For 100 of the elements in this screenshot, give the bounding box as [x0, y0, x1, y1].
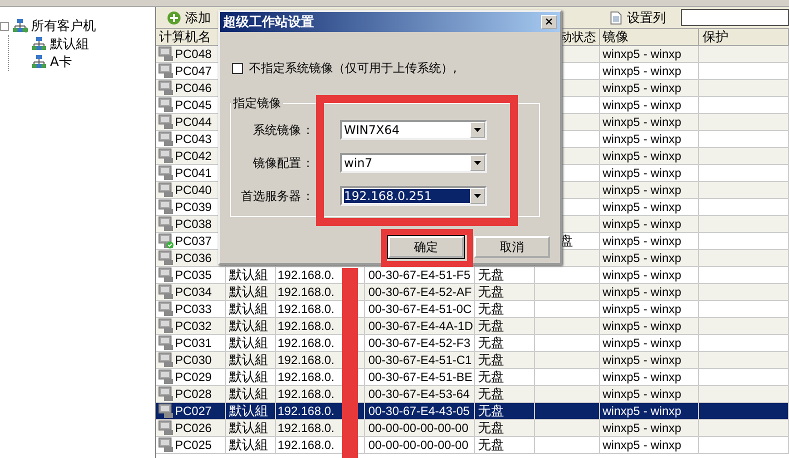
table-cell: winxp5 - winxp — [602, 284, 682, 300]
table-cell: 无盘 — [478, 352, 504, 368]
table-cell: 192.168.0. — [278, 284, 334, 300]
tree-expander[interactable] — [0, 22, 9, 30]
table-cell: winxp5 - winxp — [602, 403, 682, 419]
table-cell: 默认組 — [228, 386, 268, 402]
table-cell: 192.168.0. — [278, 420, 334, 436]
table-cell: PC041 — [175, 165, 212, 181]
toolbar-button[interactable]: 添加 — [164, 8, 214, 28]
table-cell: 192.168.0. — [278, 318, 334, 334]
table-cell: PC040 — [175, 182, 212, 198]
table-cell: winxp5 - winxp — [602, 335, 682, 351]
table-cell: PC043 — [175, 131, 212, 147]
table-cell: 00-30-67-E4-51-0C — [368, 301, 472, 317]
table-cell: 默认組 — [228, 420, 268, 436]
table-cell: 默认組 — [228, 403, 268, 419]
table-cell: 默认組 — [228, 369, 268, 385]
table-cell: winxp5 - winxp — [602, 80, 682, 96]
table-cell: winxp5 - winxp — [602, 46, 682, 62]
table-cell: 无盘 — [478, 420, 504, 436]
document-icon — [609, 10, 623, 24]
table-cell: winxp5 - winxp — [602, 386, 682, 402]
table-cell: winxp5 - winxp — [602, 199, 682, 215]
add-icon — [167, 10, 181, 24]
table-cell: PC028 — [175, 386, 212, 402]
search-field[interactable] — [681, 9, 789, 26]
network-icon — [31, 36, 47, 52]
dialog-title: 超级工作站设置 — [223, 14, 314, 31]
table-cell: PC025 — [175, 437, 212, 453]
table-cell: 192.168.0. — [278, 301, 334, 317]
table-cell: 00-30-67-E4-51-C1 — [368, 352, 472, 368]
table-cell: PC035 — [175, 267, 212, 283]
table-cell: winxp5 - winxp — [602, 267, 682, 283]
table-cell: 无盘 — [478, 437, 504, 453]
table-cell: 默认組 — [228, 301, 268, 317]
network-icon — [12, 18, 28, 34]
table-cell: 默认組 — [228, 267, 268, 283]
table-row[interactable]: PC034 默认組 192.168.0. 00-30-67-E4-52-AF 无盘 winxp5 - winxp — [156, 284, 789, 301]
combo-box[interactable]: win7 — [340, 153, 487, 173]
table-row[interactable]: PC026 默认組 192.168.0. 00-00-00-00-00-00 无盘 winxp5 - winxp — [156, 420, 789, 437]
table-cell: 无盘 — [478, 335, 504, 351]
table-cell: 00-30-67-E4-52-AF — [368, 284, 472, 300]
table-cell: PC026 — [175, 420, 212, 436]
table-cell: winxp5 - winxp — [602, 63, 682, 79]
table-row[interactable]: PC032 默认組 192.168.0. 00-30-67-E4-4A-1D 无盘 winxp5 - winxp — [156, 318, 789, 335]
checkbox[interactable] — [232, 63, 243, 74]
table-cell: 无盘 — [478, 284, 504, 300]
toolbar-button[interactable]: 设置列 — [606, 8, 669, 28]
table-cell: 192.168.0. — [278, 437, 334, 453]
column-header[interactable]: 计算机名 — [159, 29, 211, 44]
table-cell: PC037 — [175, 233, 212, 249]
table-row[interactable]: PC030 默认組 192.168.0. 00-30-67-E4-51-C1 无盘 winxp5 - winxp — [156, 352, 789, 369]
column-header[interactable]: 保护 — [702, 29, 728, 44]
table-cell: winxp5 - winxp — [602, 148, 682, 164]
table-cell: winxp5 - winxp — [602, 250, 682, 266]
table-cell: 默认組 — [228, 284, 268, 300]
table-cell: winxp5 - winxp — [602, 165, 682, 181]
table-cell: 00-30-67-E4-43-05 — [368, 403, 470, 419]
table-cell: PC038 — [175, 216, 212, 232]
table-cell: 默认組 — [228, 437, 268, 453]
table-cell: winxp5 - winxp — [602, 318, 682, 334]
dialog-button[interactable]: 取消 — [474, 236, 550, 258]
table-cell: 盘 — [560, 233, 573, 249]
tree-item[interactable]: 默认組 — [50, 35, 89, 53]
table-cell: winxp5 - winxp — [602, 301, 682, 317]
tree-item[interactable]: A卡 — [50, 53, 72, 71]
table-cell: 无盘 — [478, 369, 504, 385]
table-cell: 192.168.0. — [278, 386, 334, 402]
table-cell: 无盘 — [478, 386, 504, 402]
close-button[interactable]: × — [541, 15, 557, 29]
dialog-button[interactable]: 确定 — [388, 236, 464, 258]
combo-box[interactable]: WIN7X64 — [340, 120, 487, 140]
table-cell: 00-30-67-E4-51-BE — [368, 369, 472, 385]
network-icon — [31, 54, 47, 70]
table-cell: winxp5 - winxp — [602, 182, 682, 198]
table-cell: 192.168.0. — [278, 352, 334, 368]
table-cell: winxp5 - winxp — [602, 97, 682, 113]
table-cell: 192.168.0. — [278, 369, 334, 385]
table-cell: 默认組 — [228, 352, 268, 368]
table-cell: PC042 — [175, 148, 212, 164]
table-cell: PC048 — [175, 46, 212, 62]
table-cell: PC032 — [175, 318, 212, 334]
table-row[interactable]: PC028 默认組 192.168.0. 00-30-67-E4-53-64 无盘 winxp5 - winxp — [156, 386, 789, 403]
table-cell: 无盘 — [478, 403, 504, 419]
table-cell: 192.168.0. — [278, 403, 334, 419]
table-cell: PC036 — [175, 250, 212, 266]
combo-box[interactable]: 192.168.0.251 — [340, 186, 487, 206]
table-cell: PC044 — [175, 114, 212, 130]
table-cell: PC034 — [175, 284, 212, 300]
table-cell: 00-00-00-00-00-00 — [368, 437, 468, 453]
table-cell: 默认組 — [228, 318, 268, 334]
table-cell: winxp5 - winxp — [602, 420, 682, 436]
table-cell: PC033 — [175, 301, 212, 317]
table-row[interactable]: PC027 默认組 192.168.0. 00-30-67-E4-43-05 无盘 winxp5 - winxp — [156, 403, 789, 420]
table-cell: 192.168.0. — [278, 267, 334, 283]
tree-item[interactable]: 所有客户机 — [31, 17, 96, 35]
table-cell: 无盘 — [478, 318, 504, 334]
column-header[interactable]: 镜像 — [602, 29, 629, 44]
table-cell: 00-30-67-E4-53-64 — [368, 386, 470, 402]
table-cell: winxp5 - winxp — [602, 369, 682, 385]
